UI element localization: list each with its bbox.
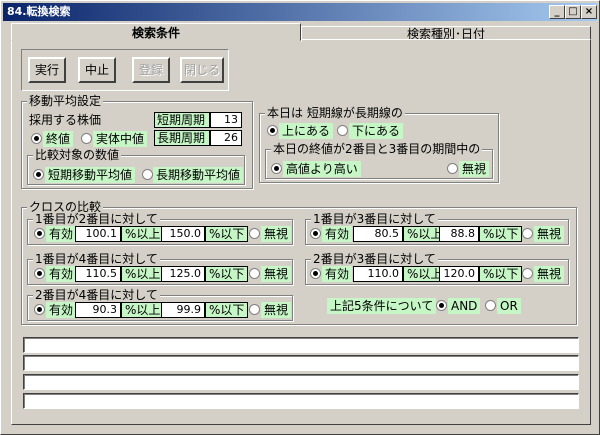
close-form-button[interactable]: 閉じる (180, 57, 224, 83)
cross-1-4-low-field[interactable]: 110.5 (75, 266, 121, 282)
compare-long-label: 長期移動平均値 (153, 167, 244, 183)
price-label: 採用する株価 (29, 113, 102, 127)
cross-2-3-ignore-label: 無視 (534, 266, 565, 282)
minimize-button[interactable]: _ (549, 5, 565, 19)
higher-label: 高値より高い (283, 161, 361, 177)
cross-1-2-title: 1番目が2番目に対して (33, 212, 160, 226)
cross-1-4-valid-label: 有効 (46, 266, 77, 282)
cross-2-3-high-field[interactable]: 120.0 (439, 266, 479, 282)
cross-2-3-title: 2番目が3番目に対して (311, 252, 438, 266)
compare-target-title: 比較対象の数値 (33, 148, 122, 162)
app-window: 84.転換検索 _ □ × 検索条件 検索種別･日付 実行 中止 登録 閉じる … (0, 0, 600, 435)
register-button[interactable]: 登録 (132, 57, 170, 83)
cross-1-2-ignore-radio[interactable] (249, 228, 260, 239)
tab-search-conditions[interactable]: 検索条件 (11, 23, 301, 41)
logic-label: 上記5条件について (327, 298, 437, 314)
short-period-label: 短期周期 (157, 113, 206, 127)
cross-2-3-valid-label: 有効 (322, 266, 353, 282)
status-line-2 (23, 355, 579, 371)
window-title: 84.転換検索 (7, 5, 71, 18)
cross-1-3-high-field[interactable]: 88.8 (439, 226, 479, 242)
cross-1-3-valid-radio[interactable] (310, 228, 321, 239)
compare-long-radio[interactable] (142, 169, 153, 180)
compare-short-radio[interactable] (33, 169, 44, 180)
toolbar-frame: 実行 中止 登録 閉じる (21, 49, 229, 91)
price-body-radio[interactable] (81, 133, 92, 144)
title-bar: 84.転換検索 _ □ × (3, 3, 597, 21)
long-period-label: 長期周期 (157, 131, 206, 145)
today-title: 本日は 短期線が長期線の (265, 106, 405, 120)
compare-short-label: 短期移動平均値 (45, 167, 136, 183)
cross-1-2-valid-radio[interactable] (34, 228, 45, 239)
cross-1-3-ignore-label: 無視 (534, 226, 565, 242)
cross-1-4-ignore-radio[interactable] (249, 268, 260, 279)
short-period-label-box: 短期周期 (154, 112, 210, 128)
short-period-field[interactable]: 13 (210, 112, 242, 128)
cross-2-4-title: 2番目が4番目に対して (33, 288, 160, 302)
cross-2-3-low-field[interactable]: 110.0 (353, 266, 403, 282)
long-period-label-box: 長期周期 (154, 130, 210, 146)
today-close-title: 本日の終値が2番目と3番目の期間中の (271, 142, 483, 156)
cross-1-3-low-field[interactable]: 80.5 (353, 226, 403, 242)
today-ignore-label: 無視 (459, 161, 490, 177)
cross-1-2-low-field[interactable]: 100.1 (75, 226, 121, 242)
maximize-button[interactable]: □ (565, 5, 581, 19)
cross-1-2-le-label: %以下 (205, 226, 249, 242)
below-radio[interactable] (337, 125, 348, 136)
cross-1-3-ignore-radio[interactable] (522, 228, 533, 239)
price-body-label: 実体中値 (93, 131, 148, 147)
cross-2-4-le-label: %以下 (205, 302, 249, 318)
higher-radio[interactable] (271, 163, 282, 174)
cross-2-4-valid-radio[interactable] (34, 304, 45, 315)
today-ignore-radio[interactable] (447, 163, 458, 174)
cross-1-4-le-label: %以下 (205, 266, 249, 282)
price-close-radio[interactable] (31, 133, 42, 144)
cross-1-2-high-field[interactable]: 150.0 (161, 226, 205, 242)
cross-2-3-valid-radio[interactable] (310, 268, 321, 279)
cross-2-3-ignore-radio[interactable] (522, 268, 533, 279)
cross-2-3-le-label: %以下 (479, 266, 523, 282)
above-label: 上にある (279, 123, 334, 139)
cross-1-3-title: 1番目が3番目に対して (311, 212, 438, 226)
or-label: OR (497, 298, 521, 314)
cross-2-4-ignore-radio[interactable] (249, 304, 260, 315)
cross-1-2-valid-label: 有効 (46, 226, 77, 242)
cross-2-4-high-field[interactable]: 99.9 (161, 302, 205, 318)
and-label: AND (448, 298, 481, 314)
close-button[interactable]: × (581, 5, 597, 19)
long-period-field[interactable]: 26 (210, 130, 242, 146)
cross-1-2-ge-label: %以上 (121, 226, 165, 242)
stop-button[interactable]: 中止 (78, 57, 116, 83)
below-label: 下にある (349, 123, 404, 139)
run-button[interactable]: 実行 (28, 57, 66, 83)
cross-1-3-le-label: %以下 (479, 226, 523, 242)
status-line-4 (23, 393, 579, 409)
and-radio[interactable] (436, 300, 447, 311)
cross-1-4-title: 1番目が4番目に対して (33, 252, 160, 266)
cross-2-4-valid-label: 有効 (46, 302, 77, 318)
cross-1-4-ignore-label: 無視 (261, 266, 292, 282)
price-close-label: 終値 (43, 131, 74, 147)
cross-2-4-ignore-label: 無視 (261, 302, 292, 318)
above-radio[interactable] (267, 125, 278, 136)
cross-1-4-valid-radio[interactable] (34, 268, 45, 279)
status-line-3 (23, 374, 579, 390)
moving-average-title: 移動平均設定 (27, 94, 104, 108)
status-line-1 (23, 337, 579, 353)
cross-1-3-valid-label: 有効 (322, 226, 353, 242)
cross-1-4-ge-label: %以上 (121, 266, 165, 282)
cross-2-4-low-field[interactable]: 90.3 (75, 302, 121, 318)
cross-1-2-ignore-label: 無視 (261, 226, 292, 242)
cross-1-4-high-field[interactable]: 125.0 (161, 266, 205, 282)
cross-2-4-ge-label: %以上 (121, 302, 165, 318)
or-radio[interactable] (485, 300, 496, 311)
